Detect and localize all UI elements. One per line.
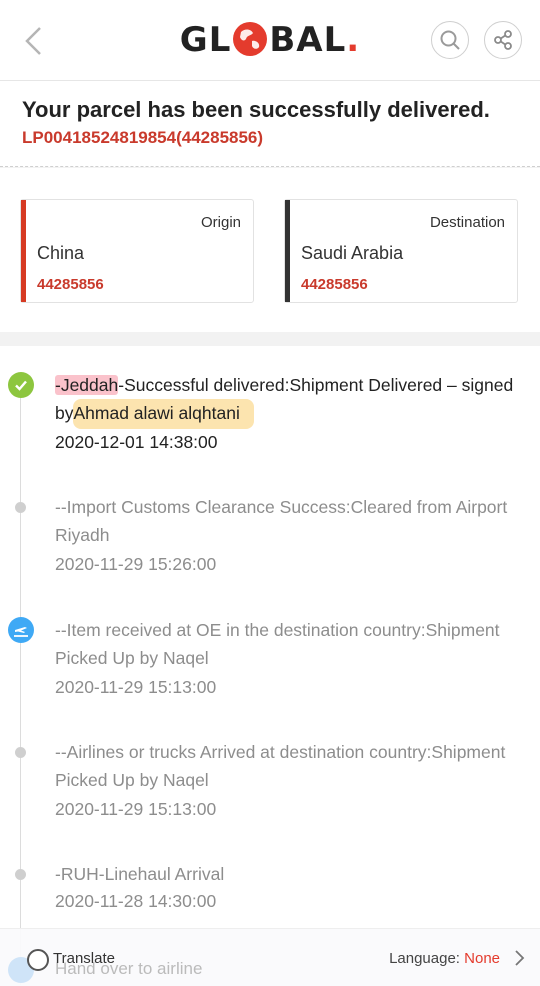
- destination-bar: [285, 200, 290, 302]
- destination-label: Destination: [429, 214, 505, 231]
- event-signer: Ahmad alawi alqhtani: [73, 399, 254, 429]
- destination-card: Destination Saudi Arabia 44285856: [284, 199, 518, 303]
- event-description: --Import Customs Clearance Success:Clear…: [55, 497, 508, 545]
- logo-text-right: BAL: [269, 20, 347, 60]
- event-description: -RUH-Linehaul Arrival: [55, 864, 225, 884]
- delivery-summary: Your parcel has been successfully delive…: [0, 81, 540, 167]
- chevron-right-icon[interactable]: [512, 949, 526, 967]
- globe-icon: [233, 22, 268, 56]
- top-header: GL BAL.: [0, 0, 540, 81]
- language-value: None: [464, 950, 500, 967]
- origin-number: 44285856: [37, 276, 104, 293]
- search-icon: [440, 30, 460, 50]
- timeline-dot: [15, 502, 26, 513]
- language-label: Language:: [389, 950, 460, 967]
- share-icon: [494, 30, 512, 50]
- destination-number: 44285856: [301, 276, 368, 293]
- event-time: 2020-12-01 14:38:00: [55, 432, 218, 452]
- tracking-timeline: -Jeddah-Successful delivered:Shipment De…: [0, 346, 540, 985]
- origin-country: China: [37, 243, 85, 263]
- event-description: -Jeddah-Successful delivered:Shipment De…: [55, 371, 522, 429]
- translate-label[interactable]: Translate: [53, 950, 115, 967]
- origin-bar: [21, 200, 26, 302]
- tracking-number[interactable]: LP00418524819854(44285856): [22, 128, 263, 148]
- origin-label: Origin: [200, 214, 241, 231]
- event-description: --Item received at OE in the destination…: [55, 620, 500, 668]
- translate-bar: Hand over to airline Translate Language:…: [0, 928, 540, 986]
- share-button[interactable]: [484, 21, 522, 59]
- language-selector[interactable]: Language: None: [389, 950, 500, 967]
- plane-landing-icon: [8, 617, 34, 643]
- event-city: -Jeddah: [55, 375, 119, 395]
- delivery-status-title: Your parcel has been successfully delive…: [22, 97, 490, 122]
- divider: [0, 166, 540, 167]
- search-button[interactable]: [431, 21, 469, 59]
- event-time: 2020-11-29 15:26:00: [55, 554, 217, 574]
- timeline-dot: [15, 869, 26, 880]
- route-section: Origin China 44285856 Destination Saudi …: [0, 168, 540, 332]
- logo-text-left: GL: [179, 20, 232, 60]
- check-icon: [8, 372, 34, 398]
- timeline-line: [20, 386, 21, 985]
- event-time: 2020-11-29 15:13:00: [55, 799, 217, 819]
- timeline-dot: [15, 747, 26, 758]
- event-description: --Airlines or trucks Arrived at destinat…: [55, 742, 506, 790]
- origin-card: Origin China 44285856: [20, 199, 254, 303]
- logo-dot: .: [346, 20, 361, 60]
- destination-country: Saudi Arabia: [301, 243, 404, 263]
- event-time: 2020-11-29 15:13:00: [55, 677, 217, 697]
- event-time: 2020-11-28 14:30:00: [55, 891, 217, 911]
- translate-radio[interactable]: [27, 949, 49, 971]
